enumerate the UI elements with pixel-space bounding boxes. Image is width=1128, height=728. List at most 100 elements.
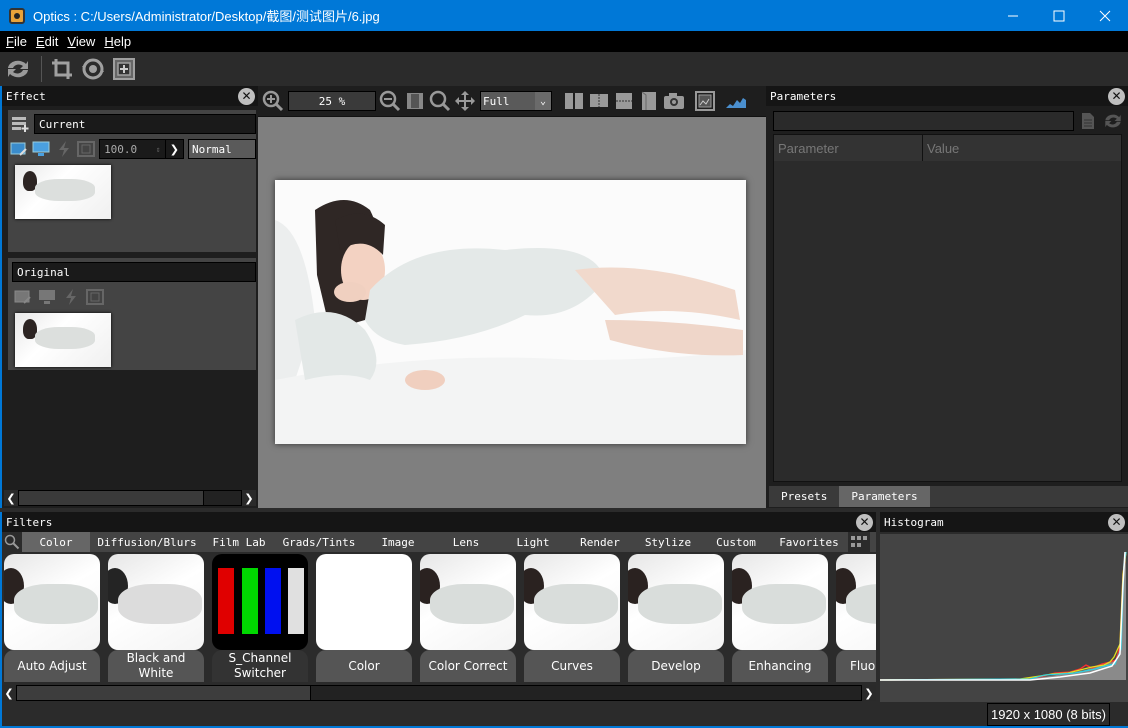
main-image[interactable] bbox=[275, 180, 746, 444]
original-layer-name[interactable]: Original bbox=[12, 262, 256, 282]
effect-horizontal-scrollbar[interactable]: ❮ ❯ bbox=[4, 490, 256, 506]
chevron-right-icon[interactable]: ❯ bbox=[165, 139, 185, 159]
flash-button[interactable] bbox=[55, 140, 73, 158]
menu-file[interactable]: File bbox=[0, 34, 30, 49]
snapshot-button[interactable] bbox=[662, 89, 686, 113]
filter-tab-image[interactable]: Image bbox=[364, 532, 432, 552]
scroll-left-icon[interactable]: ❮ bbox=[2, 685, 16, 701]
maximize-button[interactable] bbox=[1036, 0, 1082, 31]
tab-parameters[interactable]: Parameters bbox=[839, 486, 930, 507]
scroll-right-icon[interactable]: ❯ bbox=[862, 685, 876, 701]
menu-view[interactable]: View bbox=[61, 34, 98, 49]
parameters-panel-close-button[interactable]: ✕ bbox=[1108, 87, 1125, 105]
parameters-panel: Parameters ✕ Parameter Value Presets Par… bbox=[766, 86, 1128, 508]
compare-button[interactable] bbox=[637, 89, 661, 113]
scroll-right-icon[interactable]: ❯ bbox=[242, 490, 256, 506]
filter-card-develop[interactable]: Develop bbox=[628, 554, 724, 682]
reset-parameters-button[interactable] bbox=[1102, 111, 1124, 131]
split-horizontal-icon bbox=[616, 93, 632, 109]
edit-layer-button[interactable] bbox=[10, 140, 28, 158]
add-layer-button[interactable] bbox=[10, 115, 30, 133]
lightning-icon bbox=[58, 141, 69, 157]
menu-help[interactable]: Help bbox=[98, 34, 134, 49]
crop-icon bbox=[52, 59, 72, 79]
scroll-left-icon[interactable]: ❮ bbox=[4, 490, 18, 506]
opacity-input[interactable]: 100.0 ⇕ bbox=[99, 139, 166, 159]
parameters-tabs: Presets Parameters bbox=[769, 486, 1128, 507]
grid-icon bbox=[851, 536, 867, 547]
fullscreen-button[interactable] bbox=[693, 89, 717, 113]
fit-width-button[interactable] bbox=[403, 89, 427, 113]
filter-card-color-correct[interactable]: Color Correct bbox=[420, 554, 516, 682]
filter-card-color[interactable]: Color bbox=[316, 554, 412, 682]
filters-horizontal-scrollbar[interactable]: ❮ ❯ bbox=[2, 685, 876, 701]
current-layer-thumbnail[interactable] bbox=[15, 165, 111, 219]
filter-tab-diffusion-blurs[interactable]: Diffusion/Blurs bbox=[90, 532, 204, 552]
fit-mode-select[interactable]: Full ⌄ bbox=[480, 91, 552, 111]
app-icon bbox=[9, 7, 25, 24]
parameters-panel-header: Parameters ✕ bbox=[766, 86, 1128, 106]
chevron-down-icon[interactable]: ⌄ bbox=[535, 92, 551, 110]
grid-view-button[interactable] bbox=[848, 532, 870, 552]
rotate-button[interactable] bbox=[79, 55, 107, 83]
split-half-vertical-button[interactable] bbox=[587, 89, 611, 113]
filter-card-curves[interactable]: Curves bbox=[524, 554, 620, 682]
minimize-button[interactable] bbox=[990, 0, 1036, 31]
image-viewer: 25 % Full ⌄ bbox=[258, 86, 766, 508]
filters-panel-close-button[interactable]: ✕ bbox=[856, 513, 873, 531]
fit-frame-button[interactable] bbox=[110, 55, 138, 83]
filter-tab-favorites[interactable]: Favorites bbox=[770, 532, 848, 552]
mask-button[interactable] bbox=[85, 288, 105, 306]
pan-tool-button[interactable] bbox=[453, 89, 477, 113]
mask-button[interactable] bbox=[76, 140, 95, 158]
histogram-chart bbox=[879, 534, 1128, 702]
zoom-level-input[interactable]: 25 % bbox=[288, 91, 376, 111]
filter-tab-film-lab[interactable]: Film Lab bbox=[204, 532, 274, 552]
refresh-button[interactable] bbox=[4, 55, 32, 83]
zoom-out-button[interactable] bbox=[378, 89, 402, 113]
flash-button[interactable] bbox=[61, 288, 81, 306]
effect-panel-close-button[interactable]: ✕ bbox=[238, 87, 255, 105]
split-vertical-button[interactable] bbox=[562, 89, 586, 113]
layers-add-icon bbox=[12, 117, 29, 132]
filter-tab-custom[interactable]: Custom bbox=[702, 532, 770, 552]
filter-tab-grads-tints[interactable]: Grads/Tints bbox=[274, 532, 364, 552]
filter-card-fluo[interactable]: Fluo bbox=[836, 554, 876, 682]
blend-mode-select[interactable]: Normal bbox=[188, 139, 257, 159]
histogram-toggle-button[interactable] bbox=[724, 89, 748, 113]
filter-card-auto-adjust[interactable]: Auto Adjust bbox=[4, 554, 100, 682]
close-button[interactable] bbox=[1082, 0, 1128, 31]
zoom-tool-button[interactable] bbox=[428, 89, 452, 113]
zoom-in-button[interactable] bbox=[261, 89, 285, 113]
filter-search-button[interactable] bbox=[2, 532, 22, 552]
column-header-parameter[interactable]: Parameter bbox=[774, 135, 923, 161]
filter-tab-stylize[interactable]: Stylize bbox=[634, 532, 702, 552]
crop-button[interactable] bbox=[48, 55, 76, 83]
save-preset-button[interactable] bbox=[1077, 111, 1099, 131]
parameters-search-input[interactable] bbox=[773, 111, 1074, 131]
histogram-panel-header: Histogram ✕ bbox=[880, 512, 1128, 532]
histogram-panel-close-button[interactable]: ✕ bbox=[1108, 513, 1125, 531]
current-layer-name[interactable]: Current bbox=[34, 114, 256, 134]
effect-panel: Effect ✕ Current 100.0 ⇕ ❯ Normal Origin… bbox=[0, 86, 258, 508]
close-icon bbox=[1099, 10, 1111, 21]
split-horizontal-button[interactable] bbox=[612, 89, 636, 113]
filter-tab-render[interactable]: Render bbox=[566, 532, 634, 552]
original-layer-thumbnail[interactable] bbox=[15, 313, 111, 367]
filter-card-channel-switcher[interactable]: S_Channel Switcher bbox=[212, 554, 308, 682]
column-header-value[interactable]: Value bbox=[923, 135, 1121, 161]
display-layer-button[interactable] bbox=[37, 288, 57, 306]
filter-card-black-and-white[interactable]: Black and White bbox=[108, 554, 204, 682]
mask-frame-icon bbox=[76, 141, 95, 157]
scroll-thumb[interactable] bbox=[17, 686, 311, 700]
filter-tab-light[interactable]: Light bbox=[500, 532, 566, 552]
menu-edit[interactable]: Edit bbox=[30, 34, 61, 49]
filter-tab-color[interactable]: Color bbox=[22, 532, 90, 552]
display-layer-button[interactable] bbox=[32, 140, 50, 158]
filter-card-enhancing[interactable]: Enhancing bbox=[732, 554, 828, 682]
tab-presets[interactable]: Presets bbox=[769, 486, 840, 507]
spinner-arrows-icon[interactable]: ⇕ bbox=[156, 145, 161, 154]
edit-layer-button[interactable] bbox=[13, 288, 33, 306]
scroll-thumb[interactable] bbox=[19, 491, 204, 505]
filter-tab-lens[interactable]: Lens bbox=[432, 532, 500, 552]
